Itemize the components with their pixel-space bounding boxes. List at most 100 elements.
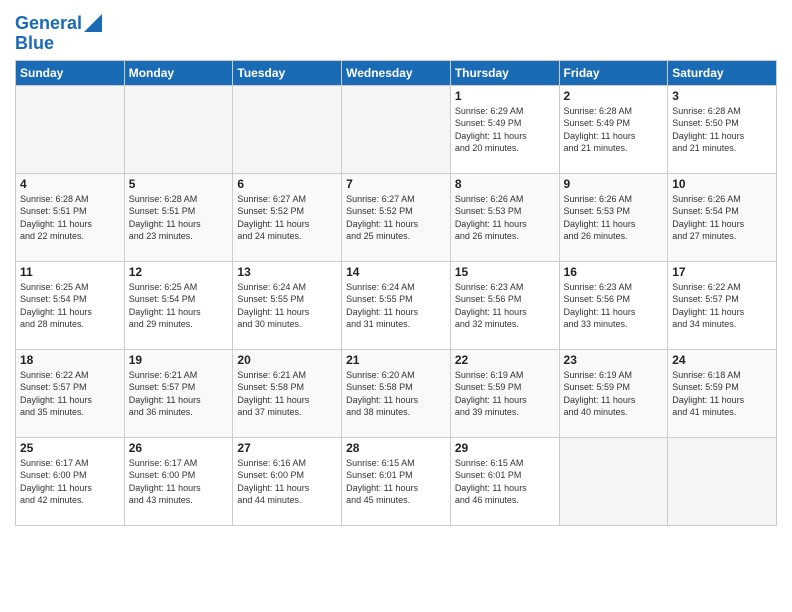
day-info: Sunrise: 6:21 AM Sunset: 5:57 PM Dayligh… — [129, 369, 229, 419]
logo-icon — [84, 14, 102, 32]
day-info: Sunrise: 6:28 AM Sunset: 5:50 PM Dayligh… — [672, 105, 772, 155]
day-info: Sunrise: 6:20 AM Sunset: 5:58 PM Dayligh… — [346, 369, 446, 419]
calendar-cell: 10 Sunrise: 6:26 AM Sunset: 5:54 PM Dayli… — [668, 173, 777, 261]
calendar-cell: 26 Sunrise: 6:17 AM Sunset: 6:00 PM Dayli… — [124, 437, 233, 525]
header-cell-monday: Monday — [124, 60, 233, 85]
day-number: 5 — [129, 177, 229, 191]
day-info: Sunrise: 6:16 AM Sunset: 6:00 PM Dayligh… — [237, 457, 337, 507]
day-number: 3 — [672, 89, 772, 103]
day-info: Sunrise: 6:22 AM Sunset: 5:57 PM Dayligh… — [672, 281, 772, 331]
logo-text-line2: Blue — [15, 33, 54, 53]
day-number: 21 — [346, 353, 446, 367]
day-info: Sunrise: 6:15 AM Sunset: 6:01 PM Dayligh… — [455, 457, 555, 507]
day-info: Sunrise: 6:24 AM Sunset: 5:55 PM Dayligh… — [237, 281, 337, 331]
calendar-cell — [16, 85, 125, 173]
calendar-cell: 27 Sunrise: 6:16 AM Sunset: 6:00 PM Dayli… — [233, 437, 342, 525]
day-info: Sunrise: 6:18 AM Sunset: 5:59 PM Dayligh… — [672, 369, 772, 419]
day-number: 27 — [237, 441, 337, 455]
day-info: Sunrise: 6:25 AM Sunset: 5:54 PM Dayligh… — [129, 281, 229, 331]
day-info: Sunrise: 6:29 AM Sunset: 5:49 PM Dayligh… — [455, 105, 555, 155]
day-number: 14 — [346, 265, 446, 279]
calendar-cell: 15 Sunrise: 6:23 AM Sunset: 5:56 PM Dayli… — [450, 261, 559, 349]
day-info: Sunrise: 6:15 AM Sunset: 6:01 PM Dayligh… — [346, 457, 446, 507]
header-row: SundayMondayTuesdayWednesdayThursdayFrid… — [16, 60, 777, 85]
logo: General Blue — [15, 14, 102, 54]
calendar-cell: 23 Sunrise: 6:19 AM Sunset: 5:59 PM Dayli… — [559, 349, 668, 437]
calendar-cell: 29 Sunrise: 6:15 AM Sunset: 6:01 PM Dayli… — [450, 437, 559, 525]
calendar-cell: 9 Sunrise: 6:26 AM Sunset: 5:53 PM Daylig… — [559, 173, 668, 261]
day-number: 13 — [237, 265, 337, 279]
day-number: 11 — [20, 265, 120, 279]
calendar-cell: 8Sunrise: 6:26 AM Sunset: 5:53 PM Daylig… — [450, 173, 559, 261]
day-number: 2 — [564, 89, 664, 103]
calendar-cell: 3 Sunrise: 6:28 AM Sunset: 5:50 PM Daylig… — [668, 85, 777, 173]
day-info: Sunrise: 6:21 AM Sunset: 5:58 PM Dayligh… — [237, 369, 337, 419]
calendar-cell: 5 Sunrise: 6:28 AM Sunset: 5:51 PM Daylig… — [124, 173, 233, 261]
day-info: Sunrise: 6:19 AM Sunset: 5:59 PM Dayligh… — [564, 369, 664, 419]
week-row-0: 1 Sunrise: 6:29 AM Sunset: 5:49 PM Daylig… — [16, 85, 777, 173]
calendar-cell — [233, 85, 342, 173]
calendar-cell: 11 Sunrise: 6:25 AM Sunset: 5:54 PM Dayli… — [16, 261, 125, 349]
day-info: Sunrise: 6:23 AM Sunset: 5:56 PM Dayligh… — [564, 281, 664, 331]
week-row-3: 18Sunrise: 6:22 AM Sunset: 5:57 PM Dayli… — [16, 349, 777, 437]
calendar-cell: 7 Sunrise: 6:27 AM Sunset: 5:52 PM Daylig… — [342, 173, 451, 261]
day-number: 16 — [564, 265, 664, 279]
day-info: Sunrise: 6:28 AM Sunset: 5:51 PM Dayligh… — [20, 193, 120, 243]
week-row-2: 11 Sunrise: 6:25 AM Sunset: 5:54 PM Dayli… — [16, 261, 777, 349]
day-info: Sunrise: 6:19 AM Sunset: 5:59 PM Dayligh… — [455, 369, 555, 419]
day-number: 9 — [564, 177, 664, 191]
day-info: Sunrise: 6:26 AM Sunset: 5:54 PM Dayligh… — [672, 193, 772, 243]
calendar-cell: 20 Sunrise: 6:21 AM Sunset: 5:58 PM Dayli… — [233, 349, 342, 437]
day-number: 29 — [455, 441, 555, 455]
calendar-cell: 22 Sunrise: 6:19 AM Sunset: 5:59 PM Dayli… — [450, 349, 559, 437]
calendar-cell: 2Sunrise: 6:28 AM Sunset: 5:49 PM Daylig… — [559, 85, 668, 173]
header-cell-thursday: Thursday — [450, 60, 559, 85]
calendar-cell — [342, 85, 451, 173]
day-number: 10 — [672, 177, 772, 191]
day-number: 23 — [564, 353, 664, 367]
calendar-cell: 16 Sunrise: 6:23 AM Sunset: 5:56 PM Dayli… — [559, 261, 668, 349]
calendar-cell: 14 Sunrise: 6:24 AM Sunset: 5:55 PM Dayli… — [342, 261, 451, 349]
day-number: 7 — [346, 177, 446, 191]
calendar-cell: 1 Sunrise: 6:29 AM Sunset: 5:49 PM Daylig… — [450, 85, 559, 173]
header-cell-wednesday: Wednesday — [342, 60, 451, 85]
calendar-table: SundayMondayTuesdayWednesdayThursdayFrid… — [15, 60, 777, 526]
header-cell-sunday: Sunday — [16, 60, 125, 85]
day-info: Sunrise: 6:27 AM Sunset: 5:52 PM Dayligh… — [237, 193, 337, 243]
day-number: 4 — [20, 177, 120, 191]
day-number: 26 — [129, 441, 229, 455]
header-cell-tuesday: Tuesday — [233, 60, 342, 85]
day-info: Sunrise: 6:17 AM Sunset: 6:00 PM Dayligh… — [129, 457, 229, 507]
calendar-cell: 6Sunrise: 6:27 AM Sunset: 5:52 PM Daylig… — [233, 173, 342, 261]
day-info: Sunrise: 6:26 AM Sunset: 5:53 PM Dayligh… — [455, 193, 555, 243]
calendar-cell: 25Sunrise: 6:17 AM Sunset: 6:00 PM Dayli… — [16, 437, 125, 525]
logo-text-line1: General — [15, 14, 82, 34]
header-cell-saturday: Saturday — [668, 60, 777, 85]
calendar-cell: 21 Sunrise: 6:20 AM Sunset: 5:58 PM Dayli… — [342, 349, 451, 437]
week-row-4: 25Sunrise: 6:17 AM Sunset: 6:00 PM Dayli… — [16, 437, 777, 525]
calendar-cell: 4 Sunrise: 6:28 AM Sunset: 5:51 PM Daylig… — [16, 173, 125, 261]
day-number: 19 — [129, 353, 229, 367]
day-info: Sunrise: 6:25 AM Sunset: 5:54 PM Dayligh… — [20, 281, 120, 331]
day-number: 1 — [455, 89, 555, 103]
day-info: Sunrise: 6:28 AM Sunset: 5:51 PM Dayligh… — [129, 193, 229, 243]
day-number: 28 — [346, 441, 446, 455]
day-number: 22 — [455, 353, 555, 367]
calendar-cell: 17Sunrise: 6:22 AM Sunset: 5:57 PM Dayli… — [668, 261, 777, 349]
day-info: Sunrise: 6:22 AM Sunset: 5:57 PM Dayligh… — [20, 369, 120, 419]
day-number: 15 — [455, 265, 555, 279]
day-info: Sunrise: 6:27 AM Sunset: 5:52 PM Dayligh… — [346, 193, 446, 243]
day-info: Sunrise: 6:23 AM Sunset: 5:56 PM Dayligh… — [455, 281, 555, 331]
calendar-cell — [124, 85, 233, 173]
day-number: 20 — [237, 353, 337, 367]
day-number: 24 — [672, 353, 772, 367]
day-info: Sunrise: 6:26 AM Sunset: 5:53 PM Dayligh… — [564, 193, 664, 243]
calendar-cell: 12 Sunrise: 6:25 AM Sunset: 5:54 PM Dayli… — [124, 261, 233, 349]
calendar-cell — [668, 437, 777, 525]
day-info: Sunrise: 6:17 AM Sunset: 6:00 PM Dayligh… — [20, 457, 120, 507]
header: General Blue — [15, 10, 777, 54]
day-info: Sunrise: 6:24 AM Sunset: 5:55 PM Dayligh… — [346, 281, 446, 331]
calendar-cell: 13 Sunrise: 6:24 AM Sunset: 5:55 PM Dayli… — [233, 261, 342, 349]
day-number: 12 — [129, 265, 229, 279]
page-container: General Blue SundayMondayTuesdayWednesda… — [0, 0, 792, 536]
